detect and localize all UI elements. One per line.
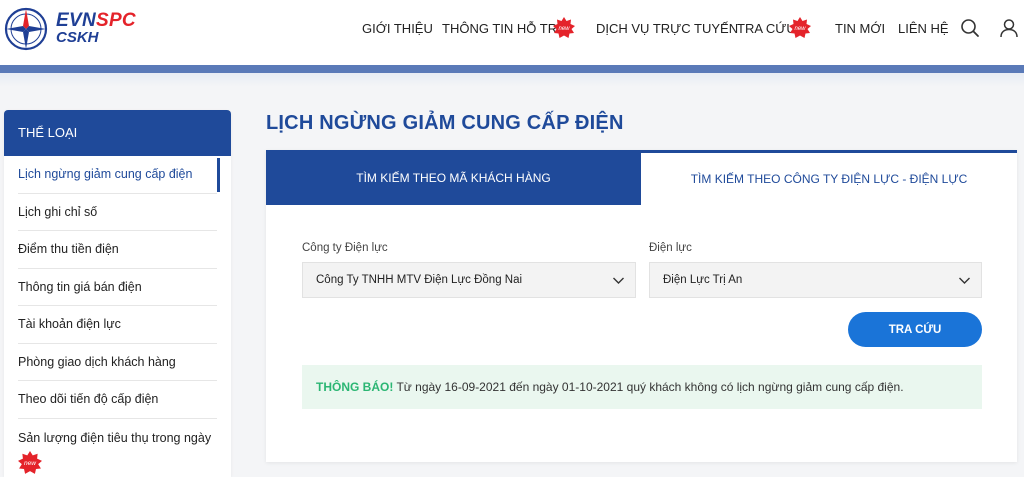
- notice-text: Từ ngày 16-09-2021 đến ngày 01-10-2021 q…: [393, 380, 904, 394]
- new-badge-icon: new: [789, 17, 811, 38]
- notice-box: THÔNG BÁO! Từ ngày 16-09-2021 đến ngày 0…: [302, 365, 982, 409]
- company-select[interactable]: Công Ty TNHH MTV Điện Lực Đồng Nai: [302, 262, 636, 298]
- category-sidebar: THỂ LOẠI Lịch ngừng giảm cung cấp điện L…: [4, 110, 231, 477]
- sidebar-item-label: Sản lượng điện tiêu thụ trong ngày: [18, 430, 212, 445]
- svg-text:new: new: [24, 460, 37, 467]
- nav-about[interactable]: GIỚI THIỆU: [362, 21, 433, 36]
- new-badge-icon: new: [553, 17, 575, 38]
- nav-online-services[interactable]: DỊCH VỤ TRỰC TUYẾN: [596, 21, 738, 36]
- sidebar-item-meter-reading[interactable]: Lịch ghi chỉ số: [18, 194, 217, 231]
- site-header: EVNSPC CSKH GIỚI THIỆU THÔNG TIN HỖ TRỢ …: [0, 0, 1024, 65]
- svg-text:new: new: [558, 26, 570, 32]
- search-panel: TÌM KIẾM THEO MÃ KHÁCH HÀNG TÌM KIẾM THE…: [266, 150, 1017, 462]
- notice-tag: THÔNG BÁO!: [316, 380, 394, 394]
- user-icon[interactable]: [999, 18, 1019, 38]
- company-label: Công ty Điện lực: [302, 242, 388, 254]
- sidebar-item-connection-progress[interactable]: Theo dõi tiến độ cấp điện: [18, 381, 217, 419]
- sidebar-list: Lịch ngừng giảm cung cấp điện Lịch ghi c…: [4, 156, 231, 477]
- sidebar-item-electricity-price[interactable]: Thông tin giá bán điện: [18, 269, 217, 306]
- chevron-down-icon: [959, 277, 970, 284]
- banner-fade: [0, 73, 1024, 87]
- unit-label: Điện lực: [649, 242, 692, 254]
- unit-select[interactable]: Điện Lực Trị An: [649, 262, 982, 298]
- unit-select-value: Điện Lực Trị An: [663, 274, 743, 286]
- nav-support-info[interactable]: THÔNG TIN HỖ TRỢ: [442, 21, 568, 36]
- nav-contact[interactable]: LIÊN HỆ: [898, 21, 949, 36]
- new-badge-icon: new: [18, 450, 42, 474]
- tab-search-by-company[interactable]: TÌM KIẾM THEO CÔNG TY ĐIỆN LỰC - ĐIỆN LỰ…: [641, 150, 1017, 205]
- sidebar-item-daily-consumption[interactable]: Sản lượng điện tiêu thụ trong ngày new: [18, 419, 217, 477]
- header-banner-strip: [0, 65, 1024, 73]
- search-icon[interactable]: [960, 18, 980, 38]
- chevron-down-icon: [613, 277, 624, 284]
- brand-name: EVNSPC CSKH: [56, 10, 136, 46]
- brand-logo[interactable]: EVNSPC CSKH: [4, 6, 144, 52]
- sidebar-item-outage-schedule[interactable]: Lịch ngừng giảm cung cấp điện: [18, 156, 220, 194]
- sidebar-item-account[interactable]: Tài khoản điện lực: [18, 306, 217, 344]
- sidebar-item-service-offices[interactable]: Phòng giao dịch khách hàng: [18, 344, 217, 381]
- evn-logo-icon: [4, 7, 48, 51]
- sidebar-title: THỂ LOẠI: [4, 110, 231, 156]
- search-button[interactable]: TRA CỨU: [848, 312, 982, 347]
- nav-news[interactable]: TIN MỚI: [835, 21, 885, 36]
- sidebar-item-payment-points[interactable]: Điểm thu tiền điện: [18, 231, 217, 269]
- nav-lookup[interactable]: TRA CỨU: [737, 21, 796, 36]
- svg-text:new: new: [794, 26, 806, 32]
- page-title: LỊCH NGỪNG GIẢM CUNG CẤP ĐIỆN: [266, 112, 624, 134]
- company-select-value: Công Ty TNHH MTV Điện Lực Đồng Nai: [316, 274, 523, 286]
- tab-search-by-customer-code[interactable]: TÌM KIẾM THEO MÃ KHÁCH HÀNG: [266, 150, 641, 205]
